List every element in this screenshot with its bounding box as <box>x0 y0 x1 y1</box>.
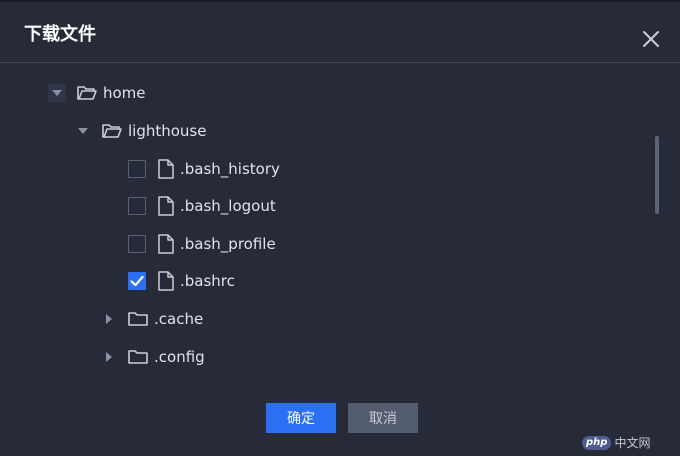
folder-icon <box>128 349 148 365</box>
caret-right-icon[interactable] <box>100 348 118 366</box>
file-icon <box>158 159 174 179</box>
top-border <box>0 0 680 2</box>
dialog-title: 下载文件 <box>24 24 96 45</box>
tree-file-item[interactable]: .bash_logout <box>128 191 276 221</box>
folder-open-icon <box>77 85 97 101</box>
file-tree: home lighthouse .bash_history .bash_logo… <box>0 74 650 374</box>
file-label: .bashrc <box>180 272 235 290</box>
file-label: .bash_profile <box>180 235 276 253</box>
file-label: .bash_logout <box>180 197 276 215</box>
file-label: .bash_history <box>180 160 280 178</box>
tree-folder-cache[interactable]: .cache <box>100 304 203 334</box>
caret-right-icon[interactable] <box>100 310 118 328</box>
cancel-button[interactable]: 取消 <box>348 403 418 433</box>
folder-open-icon <box>102 123 122 139</box>
file-checkbox[interactable] <box>128 235 146 253</box>
tree-node-home[interactable]: home <box>48 78 146 108</box>
close-icon[interactable] <box>640 28 662 50</box>
watermark-text: 中文网 <box>614 436 651 450</box>
tree-node-label: .cache <box>154 310 204 328</box>
file-checkbox[interactable] <box>128 197 146 215</box>
file-icon <box>158 196 174 216</box>
tree-node-lighthouse[interactable]: lighthouse <box>74 116 206 146</box>
caret-down-icon[interactable] <box>48 84 66 102</box>
download-file-dialog: 下载文件 home lighthouse .bash_history .bash… <box>0 0 680 456</box>
file-checkbox[interactable] <box>128 160 146 178</box>
tree-node-label: lighthouse <box>128 122 207 140</box>
folder-icon <box>128 311 148 327</box>
tree-node-label: .config <box>154 348 205 366</box>
caret-down-icon[interactable] <box>74 122 92 140</box>
file-icon <box>158 234 174 254</box>
tree-file-item[interactable]: .bashrc <box>128 266 235 296</box>
tree-scrollbar[interactable] <box>655 136 659 214</box>
file-checkbox-checked[interactable] <box>128 272 146 290</box>
confirm-button[interactable]: 确定 <box>266 403 336 433</box>
check-icon <box>130 275 144 287</box>
watermark: php 中文网 <box>582 434 650 451</box>
file-icon <box>158 271 174 291</box>
tree-file-item[interactable]: .bash_profile <box>128 229 276 259</box>
header-divider <box>0 62 680 63</box>
tree-folder-config[interactable]: .config <box>100 342 205 372</box>
watermark-badge: php <box>582 435 612 450</box>
tree-file-item[interactable]: .bash_history <box>128 154 280 184</box>
tree-node-label: home <box>103 84 146 102</box>
